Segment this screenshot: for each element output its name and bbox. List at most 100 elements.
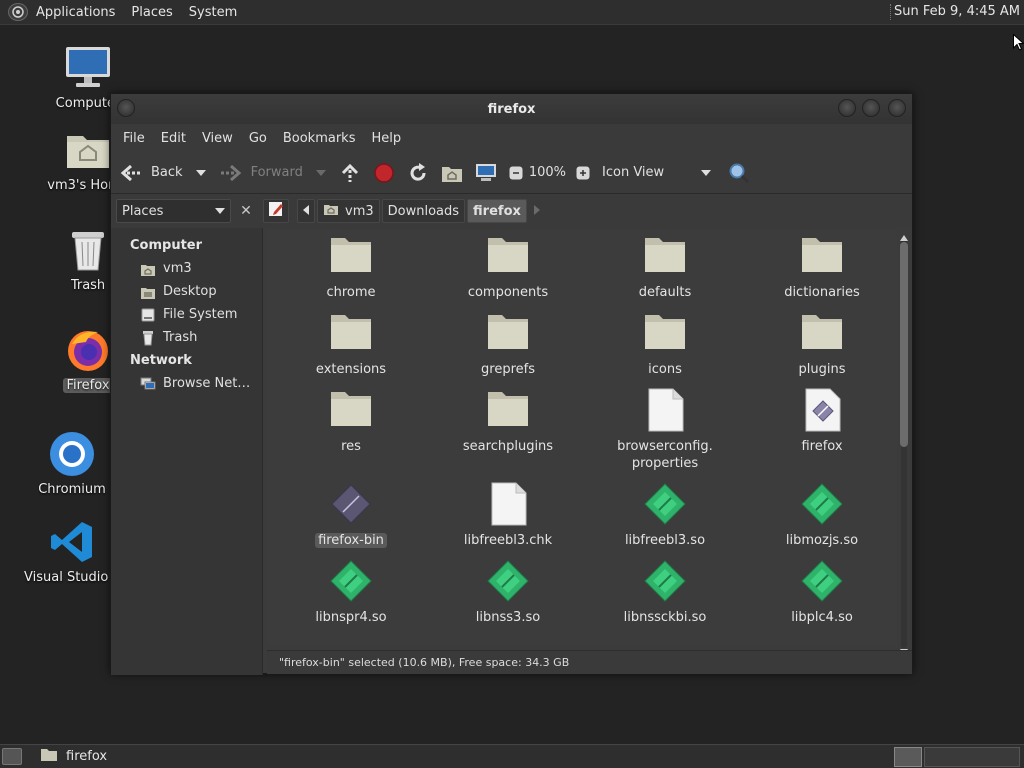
close-sidebar-button[interactable]: ✕ (235, 200, 257, 222)
breadcrumb-firefox[interactable]: firefox (467, 199, 527, 223)
breadcrumb-scroll-right[interactable] (529, 199, 545, 223)
menubar: File Edit View Go Bookmarks Help (111, 124, 912, 152)
panel-separator (890, 4, 892, 20)
reload-icon (407, 162, 429, 184)
file-label: chrome (326, 285, 376, 300)
toggle-location-entry-button[interactable] (263, 199, 289, 223)
vertical-scrollbar[interactable] (898, 235, 910, 655)
binary-file-icon (329, 482, 373, 526)
applications-menu[interactable]: Applications (28, 5, 123, 20)
sidebar-item-label: Trash (163, 330, 198, 345)
sidebar-item-browse-network[interactable]: Browse Net… (111, 372, 262, 395)
back-button[interactable]: Back (119, 163, 183, 183)
sidebar-item-trash[interactable]: Trash (111, 326, 262, 349)
file-item[interactable]: libnss3.so (438, 559, 578, 626)
file-item[interactable]: components (438, 234, 578, 301)
zoom-out-icon (509, 166, 523, 180)
view-mode-select[interactable]: Icon View (602, 165, 712, 180)
scroll-up-icon[interactable] (900, 230, 908, 245)
desktop-icon (140, 284, 156, 300)
scrollbar-thumb[interactable] (900, 242, 908, 447)
file-label: plugins (798, 362, 846, 377)
desktop-icon-chromium[interactable]: Chromium (24, 430, 120, 501)
file-label: firefox-bin (315, 533, 387, 548)
file-item[interactable]: libnspr4.so (281, 559, 421, 626)
menu-view[interactable]: View (194, 131, 241, 146)
menu-bookmarks[interactable]: Bookmarks (275, 131, 364, 146)
file-item[interactable]: res (281, 388, 421, 455)
sidebar-item-vm3[interactable]: vm3 (111, 257, 262, 280)
sidebar-section-network: Network (130, 353, 192, 368)
file-label: libnssckbi.so (623, 610, 707, 625)
stop-button[interactable] (373, 162, 395, 184)
file-item[interactable]: defaults (595, 234, 735, 301)
places-menu[interactable]: Places (123, 5, 180, 20)
file-item[interactable]: libfreebl3.so (595, 482, 735, 549)
forward-history-dropdown[interactable] (315, 169, 327, 177)
sidebar-mode-select[interactable]: Places (116, 199, 231, 223)
file-item[interactable]: searchplugins (438, 388, 578, 455)
back-history-dropdown[interactable] (195, 169, 207, 177)
zoom-in-icon (576, 166, 590, 180)
gnome-foot-icon[interactable] (8, 3, 28, 21)
breadcrumb-scroll-left[interactable] (297, 199, 315, 223)
chevron-right-icon (533, 204, 541, 219)
breadcrumb-downloads[interactable]: Downloads (381, 199, 466, 223)
zoom-level[interactable]: 100% (529, 165, 566, 180)
zoom-in-button[interactable] (576, 166, 590, 180)
forward-arrow-icon (219, 163, 243, 183)
file-item[interactable]: extensions (281, 311, 421, 378)
file-item[interactable]: libmozjs.so (752, 482, 892, 549)
file-item[interactable]: libplc4.so (752, 559, 892, 626)
close-button[interactable] (888, 99, 906, 117)
taskbar-window-button[interactable]: firefox (34, 746, 254, 768)
computer-button[interactable] (475, 163, 497, 183)
search-button[interactable] (728, 162, 750, 184)
forward-button[interactable]: Forward (219, 163, 303, 183)
breadcrumb-vm3[interactable]: vm3 (317, 199, 380, 223)
file-item[interactable]: plugins (752, 311, 892, 378)
firefox-icon (64, 326, 112, 374)
file-icon-view[interactable]: chrome components defaults dictionaries exte… (267, 230, 897, 645)
home-button[interactable] (441, 163, 463, 183)
system-menu[interactable]: System (181, 5, 245, 20)
menu-edit[interactable]: Edit (153, 131, 194, 146)
clock[interactable]: Sun Feb 9, 4:45 AM (894, 4, 1020, 19)
file-item[interactable]: firefox (752, 388, 892, 455)
window-menu-icon[interactable] (117, 99, 135, 117)
file-item[interactable]: dictionaries (752, 234, 892, 301)
folder-icon (486, 388, 530, 432)
sidebar-item-file-system[interactable]: File System (111, 303, 262, 326)
workspace-switcher[interactable] (894, 747, 922, 767)
maximize-button[interactable] (862, 99, 880, 117)
minimize-button[interactable] (838, 99, 856, 117)
chevron-left-icon (302, 204, 310, 219)
menu-go[interactable]: Go (241, 131, 275, 146)
file-item[interactable]: greprefs (438, 311, 578, 378)
file-item[interactable]: chrome (281, 234, 421, 301)
desktop-icon-vscode[interactable]: Visual Studio Code (24, 518, 120, 589)
up-button[interactable] (339, 162, 361, 184)
stop-icon (373, 162, 395, 184)
file-manager-window: firefox File Edit View Go Bookmarks Help… (110, 93, 913, 675)
file-label: browserconfig. properties (617, 439, 713, 471)
breadcrumb-label: vm3 (345, 203, 374, 219)
file-item[interactable]: browserconfig. properties (595, 388, 735, 472)
workspace-switcher-area[interactable] (924, 747, 1020, 767)
script-file-icon (800, 388, 844, 432)
file-item[interactable]: icons (595, 311, 735, 378)
menu-help[interactable]: Help (363, 131, 409, 146)
sidebar-item-desktop[interactable]: Desktop (111, 280, 262, 303)
network-icon (140, 376, 156, 392)
file-label: searchplugins (462, 439, 554, 454)
file-item[interactable]: libnssckbi.so (595, 559, 735, 626)
titlebar[interactable]: firefox (111, 94, 912, 124)
file-item[interactable]: firefox-bin (281, 482, 421, 549)
show-desktop-button[interactable] (2, 748, 22, 765)
status-bar: "firefox-bin" selected (10.6 MB), Free s… (267, 650, 912, 674)
menu-file[interactable]: File (115, 131, 153, 146)
zoom-out-button[interactable] (509, 166, 523, 180)
file-item[interactable]: libfreebl3.chk (438, 482, 578, 549)
library-file-icon (486, 559, 530, 603)
reload-button[interactable] (407, 162, 429, 184)
